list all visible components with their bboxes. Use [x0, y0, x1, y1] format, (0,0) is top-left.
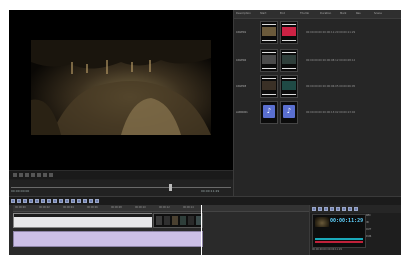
audio-track-clip[interactable]: [13, 231, 203, 247]
record-icon[interactable]: [342, 207, 346, 211]
mark-out-icon[interactable]: [43, 173, 47, 177]
ruler-label: 00:00:02: [39, 206, 50, 209]
program-viewer[interactable]: [9, 10, 233, 170]
timeline: 00:00:00 00:00:02 00:00:04 00:00:06 00:0…: [9, 205, 309, 255]
settings-icon[interactable]: [95, 199, 99, 203]
clip-thumbnail: [280, 21, 298, 44]
scrub-bar[interactable]: 00:00:00:00 00:00:11:29: [9, 180, 233, 196]
audio-icon[interactable]: [348, 207, 352, 211]
effects-icon[interactable]: [354, 207, 358, 211]
clip-meta: 00:00:00:00 00:00:08:12 00:00:08:12: [306, 59, 356, 62]
copy-icon[interactable]: [17, 199, 21, 203]
ruler-label: 00:00:12: [159, 206, 170, 209]
bin-col-end[interactable]: End: [280, 12, 285, 15]
render-icon[interactable]: [330, 207, 334, 211]
record-monitor[interactable]: 00:00:11:29: [312, 214, 366, 248]
side-label: OUT: [366, 228, 372, 231]
bin-col-mark[interactable]: Mark: [340, 12, 346, 15]
video-track-clip[interactable]: [153, 213, 203, 228]
level-meter-teal: [315, 238, 363, 240]
split-icon[interactable]: [29, 199, 33, 203]
cave-scene-image: [31, 40, 211, 135]
list-item[interactable]: CAVE01 00:00:00:00 00:00:11:29 00:00:11:…: [234, 20, 401, 46]
ruler-label: 00:00:10: [135, 206, 146, 209]
list-item[interactable]: CAVE02 00:00:00:00 00:00:08:12 00:00:08:…: [234, 48, 401, 74]
save-icon[interactable]: [318, 207, 322, 211]
record-panel: 00:00:11:29 REC IN OUT DUR 00:00:00:00 0…: [309, 205, 401, 255]
undo-icon[interactable]: [83, 199, 87, 203]
timeline-ruler[interactable]: 00:00:00 00:00:02 00:00:04 00:00:06 00:0…: [13, 205, 309, 212]
bin-col-scene[interactable]: Scene: [374, 12, 382, 15]
panel-toolbar: [310, 205, 401, 213]
ruler-label: 00:00:14: [183, 206, 194, 209]
bin-col-res[interactable]: Res: [356, 12, 361, 15]
bin-col-description[interactable]: Description: [236, 12, 251, 15]
media-bin: Description Start End Thumb Duration Mar…: [233, 10, 401, 196]
viewer-time-right: 00:00:11:29: [201, 189, 220, 193]
forward-icon[interactable]: [31, 173, 35, 177]
record-bottom-times: 00:00:00:00 00:00:11:29: [312, 248, 342, 251]
bin-col-thumb[interactable]: Thumb: [300, 12, 309, 15]
redo-icon[interactable]: [89, 199, 93, 203]
music-note-icon: ♪: [286, 107, 292, 115]
bin-col-duration[interactable]: Duration: [320, 12, 331, 15]
mark-in-icon[interactable]: [37, 173, 41, 177]
video-editor-window: 00:00:00:00 00:00:11:29 Description Star…: [9, 10, 401, 255]
link-icon[interactable]: [71, 199, 75, 203]
paste-icon[interactable]: [23, 199, 27, 203]
stop-icon[interactable]: [19, 173, 23, 177]
snap-icon[interactable]: [53, 199, 57, 203]
export-icon[interactable]: [324, 207, 328, 211]
clip-meta: 00:00:00:00 00:00:06:05 00:00:06:05: [306, 85, 356, 88]
clip-thumbnail: [280, 75, 298, 98]
clip-thumbnail: [280, 49, 298, 72]
video-frame: [31, 40, 211, 135]
side-label: DUR: [366, 235, 372, 238]
scrub-knob[interactable]: [169, 184, 172, 191]
marker-icon[interactable]: [59, 199, 63, 203]
cut-icon[interactable]: [11, 199, 15, 203]
clip-name: CAVE03: [236, 85, 247, 88]
rewind-icon[interactable]: [25, 173, 29, 177]
viewer-controls-strip: [9, 170, 233, 179]
clip-meta: 00:00:00:00 00:00:11:29 00:00:11:29: [306, 31, 356, 34]
trim-icon[interactable]: [35, 199, 39, 203]
zoom-out-icon[interactable]: [47, 199, 51, 203]
ruler-label: 00:00:04: [63, 206, 74, 209]
loop-icon[interactable]: [49, 173, 53, 177]
clip-name: CAVE01: [236, 31, 247, 34]
scrub-track: [11, 187, 231, 188]
playhead[interactable]: [201, 205, 202, 255]
timecode-display: 00:00:11:29: [330, 218, 364, 224]
list-item[interactable]: AUDIO01 ♪ ♪ 00:00:00:00 00:00:13:02 00:0…: [234, 100, 401, 126]
clip-meta: 00:00:00:00 00:00:13:02 00:00:13:02: [306, 111, 356, 114]
preview-icon[interactable]: [336, 207, 340, 211]
audio-thumbnail: ♪: [280, 101, 298, 124]
folder-icon[interactable]: [312, 207, 316, 211]
unlink-icon[interactable]: [77, 199, 81, 203]
music-note-icon: ♪: [266, 107, 272, 115]
record-side-labels: REC IN OUT DUR: [366, 214, 400, 246]
level-meter-red: [315, 241, 363, 243]
ripple-icon[interactable]: [65, 199, 69, 203]
mini-preview: [315, 217, 329, 227]
ruler-label: 00:00:08: [111, 206, 122, 209]
play-icon[interactable]: [13, 173, 17, 177]
viewer-time-left: 00:00:00:00: [11, 189, 30, 193]
clip-thumbnail: [260, 21, 278, 44]
ruler-label: 00:00:00: [15, 206, 26, 209]
ruler-label: 00:00:06: [87, 206, 98, 209]
bin-col-start[interactable]: Start: [260, 12, 266, 15]
list-item[interactable]: CAVE03 00:00:00:00 00:00:06:05 00:00:06:…: [234, 74, 401, 100]
bin-header: Description Start End Thumb Duration Mar…: [234, 10, 401, 19]
zoom-in-icon[interactable]: [41, 199, 45, 203]
side-label: REC: [366, 214, 371, 217]
clip-thumbnail: [260, 75, 278, 98]
clip-name: AUDIO01: [236, 111, 248, 114]
clip-thumbnail: [260, 49, 278, 72]
clip-name: CAVE02: [236, 59, 247, 62]
side-label: IN: [366, 221, 369, 224]
audio-thumbnail: ♪: [260, 101, 278, 124]
